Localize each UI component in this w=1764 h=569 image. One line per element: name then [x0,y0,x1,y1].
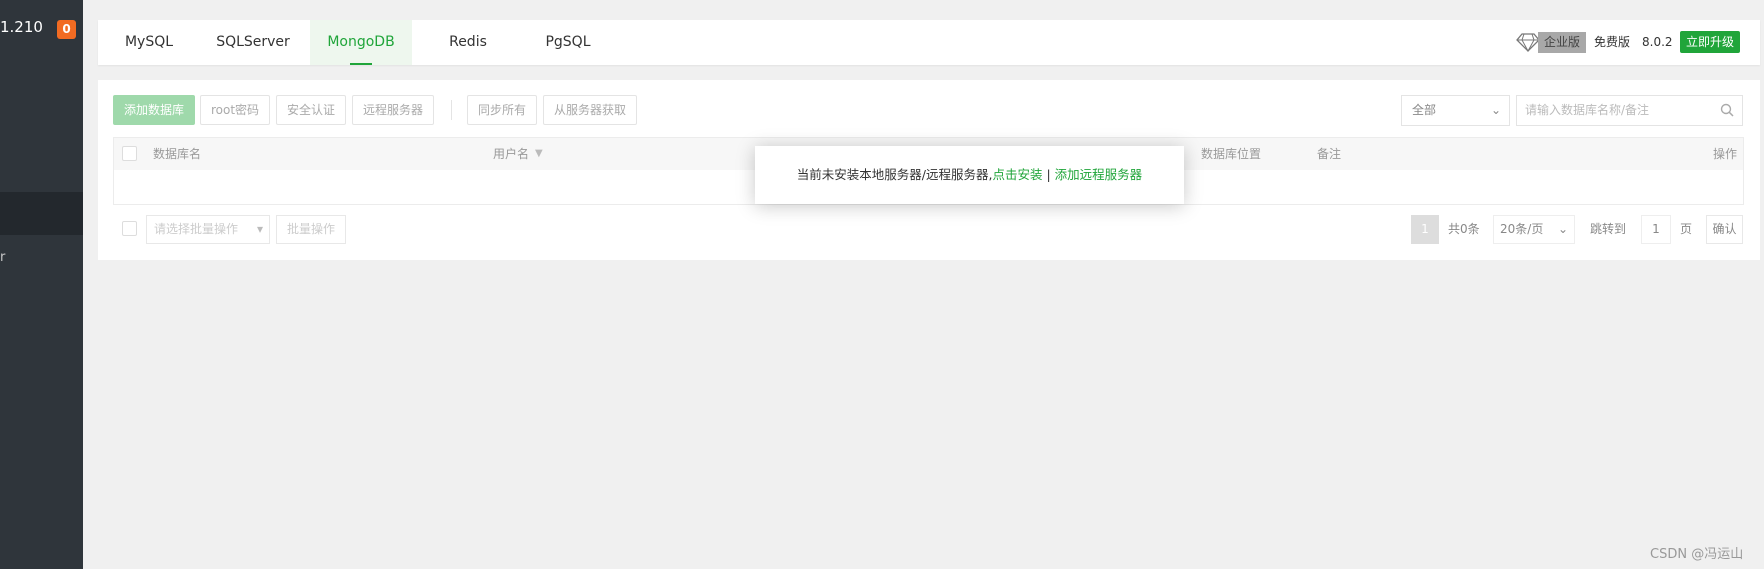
popup-separator: | [1042,167,1055,182]
toolbar-divider [451,100,452,120]
pagination-total: 共0条 [1448,222,1480,236]
sidebar-item-active[interactable] [0,192,83,235]
tab-sqlserver[interactable]: SQLServer [200,20,306,65]
filter-select-value: 全部 [1412,103,1437,117]
chevron-down-icon: ⌄ [1557,222,1568,236]
enterprise-edition-label[interactable]: 企业版 [1538,32,1587,53]
caret-down-icon: ▾ [256,222,263,236]
install-link[interactable]: 点击安装 [992,167,1042,182]
jump-confirm-button[interactable]: 确认 [1706,215,1743,244]
search-icon[interactable] [1720,103,1734,117]
tab-mongodb[interactable]: MongoDB [310,20,412,65]
no-server-popup: 当前未安装本地服务器/远程服务器,点击安装 | 添加远程服务器 [755,146,1184,204]
tab-pgsql[interactable]: PgSQL [518,20,618,65]
column-db-location: 数据库位置 [1201,147,1262,161]
sort-caret-icon[interactable]: ▼ [535,138,543,170]
security-auth-button[interactable]: 安全认证 [276,95,347,125]
chevron-down-icon: ⌄ [1490,103,1501,117]
add-database-button[interactable]: 添加数据库 [113,95,196,125]
diamond-icon [1516,33,1540,52]
sidebar: 1.210 0 r [0,0,83,569]
pagination-current-page[interactable]: 1 [1411,215,1439,244]
upgrade-button[interactable]: 立即升级 [1680,31,1741,53]
version-label: 8.0.2 [1642,35,1673,49]
db-type-tabbar: MySQL SQLServer MongoDB Redis PgSQL 企业版 … [98,20,1760,65]
search-input[interactable]: 请输入数据库名称/备注 [1516,95,1743,126]
batch-select-checkbox[interactable] [122,221,137,236]
free-edition-label: 免费版 [1594,35,1631,49]
popup-message: 当前未安装本地服务器/远程服务器, [796,167,993,182]
column-remark: 备注 [1317,147,1342,161]
notification-badge[interactable]: 0 [57,20,76,39]
fetch-from-server-button[interactable]: 从服务器获取 [543,95,638,125]
tab-mysql[interactable]: MySQL [98,20,200,65]
watermark: CSDN @冯运山 [1650,547,1744,562]
select-all-checkbox[interactable] [122,146,137,161]
jump-to-label: 跳转到 [1590,222,1627,236]
tab-redis[interactable]: Redis [418,20,518,65]
page-size-select[interactable]: 20条/页 ⌄ [1493,215,1575,244]
sync-all-button[interactable]: 同步所有 [467,95,538,125]
column-username[interactable]: 用户名 [493,138,529,170]
server-host-label: 1.210 [0,18,43,36]
batch-action-placeholder: 请选择批量操作 [154,222,239,236]
filter-select[interactable]: 全部 ⌄ [1401,95,1510,126]
root-password-button[interactable]: root密码 [200,95,271,125]
page-unit-label: 页 [1680,222,1693,236]
jump-page-input[interactable]: 1 [1641,215,1671,244]
batch-action-button[interactable]: 批量操作 [276,215,347,244]
column-db-name[interactable]: 数据库名 [153,138,201,170]
sidebar-item-label[interactable]: r [0,250,5,265]
page-size-value: 20条/页 [1500,222,1544,236]
batch-action-select[interactable]: 请选择批量操作 ▾ [146,215,270,244]
search-placeholder: 请输入数据库名称/备注 [1525,103,1650,117]
add-remote-server-link[interactable]: 添加远程服务器 [1055,167,1143,182]
remote-server-button[interactable]: 远程服务器 [352,95,435,125]
column-actions: 操作 [1713,147,1738,161]
